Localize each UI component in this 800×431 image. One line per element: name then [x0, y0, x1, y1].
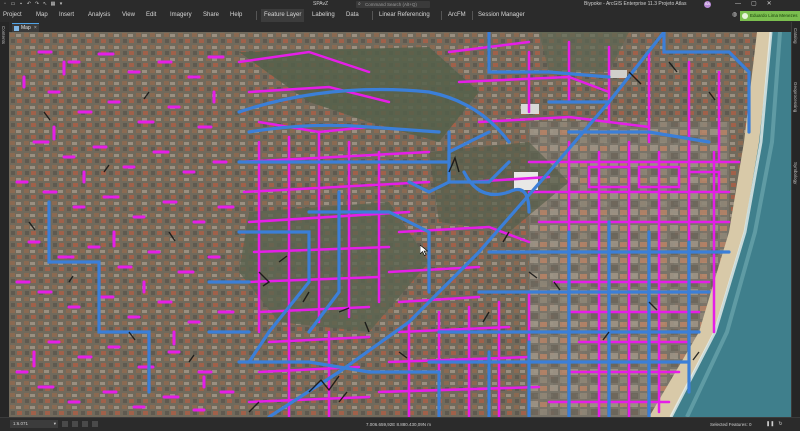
quick-access-toolbar: ▫ ▭ ▪ ↶ ↷ ↖ ▦ ▾ [2, 0, 64, 9]
right-pane-collapsed: Catalog Geoprocessing Symbology [791, 22, 800, 417]
map-icon [14, 26, 19, 31]
cursor-icon [419, 244, 429, 256]
signed-in-user-name: Eduardo Lima Menezes [750, 13, 798, 18]
new-project-icon[interactable]: ▫ [2, 1, 8, 8]
ribbon-separator [372, 11, 373, 20]
tab-feature-layer[interactable]: Feature Layer [261, 9, 305, 22]
table-icon[interactable] [72, 421, 78, 427]
dropdown-icon[interactable]: ▾ [58, 1, 64, 8]
close-button[interactable]: ✕ [767, 0, 772, 9]
tab-linear-referencing[interactable]: Linear Referencing [379, 9, 430, 22]
scale-value: 1:6.071 [13, 421, 29, 426]
grid-icon[interactable]: ▦ [50, 1, 56, 8]
document-title: SPAvZ [313, 1, 329, 7]
layout-icon[interactable] [82, 421, 88, 427]
title-bar: ▫ ▭ ▪ ↶ ↷ ↖ ▦ ▾ SPAvZ ⌕ Command Search (… [0, 0, 800, 9]
selected-features-count[interactable]: Selected Features: 0 [710, 418, 752, 431]
ribbon-tab-bar: Project Map Insert Analysis View Edit Im… [0, 9, 800, 23]
open-folder-icon[interactable]: ▭ [10, 1, 16, 8]
signed-in-user-button[interactable]: Eduardo Lima Menezes [740, 11, 800, 21]
ribbon-separator [256, 11, 257, 20]
user-avatar[interactable]: BA [704, 1, 711, 8]
minimize-button[interactable]: — [735, 0, 741, 9]
ribbon-separator [472, 11, 473, 20]
tab-project[interactable]: Project [3, 9, 22, 22]
tab-data[interactable]: Data [346, 9, 359, 22]
tab-analysis[interactable]: Analysis [88, 9, 110, 22]
symbology-pane-tab[interactable]: Symbology [793, 162, 798, 184]
geoprocessing-pane-tab[interactable]: Geoprocessing [793, 82, 798, 112]
map-canvas[interactable] [9, 32, 791, 417]
map-svg [9, 32, 791, 417]
search-placeholder: Command Search (Alt+Q) [365, 2, 417, 7]
scale-selector[interactable]: 1:6.071 ▾ [10, 420, 58, 428]
tab-session-manager[interactable]: Session Manager [478, 9, 525, 22]
pause-drawing-icon[interactable]: ❚❚ [766, 421, 774, 427]
tab-map[interactable]: Map [36, 9, 48, 22]
tab-labeling[interactable]: Labeling [312, 9, 335, 22]
grid-icon[interactable] [62, 421, 68, 427]
status-right-controls: ❚❚ ↻ [766, 421, 783, 427]
status-tools [62, 421, 98, 427]
map-tab-label: Map [21, 25, 31, 31]
maximize-button[interactable]: ▢ [751, 0, 757, 9]
chevron-down-icon: ▾ [53, 421, 56, 426]
redo-icon[interactable]: ↷ [34, 1, 40, 8]
window-controls: — ▢ ✕ [735, 0, 772, 9]
tab-share[interactable]: Share [203, 9, 219, 22]
tab-edit[interactable]: Edit [146, 9, 156, 22]
undo-icon[interactable]: ↶ [26, 1, 32, 8]
globe-icon[interactable]: ◍ [732, 11, 739, 19]
command-search-input[interactable]: ⌕ Command Search (Alt+Q) [356, 1, 430, 8]
tab-arcfm[interactable]: ArcFM [448, 9, 466, 22]
cursor-icon[interactable]: ↖ [42, 1, 48, 8]
save-icon[interactable]: ▪ [18, 1, 24, 8]
building [609, 70, 627, 78]
settings-icon[interactable] [92, 421, 98, 427]
coordinate-readout: 7.006.659,92E 8.880.430,09N m [366, 422, 432, 427]
tab-imagery[interactable]: Imagery [170, 9, 192, 22]
catalog-pane-tab[interactable]: Catalog [793, 28, 798, 44]
status-bar: 1:6.071 ▾ 7.006.659,92E 8.880.430,09N m … [0, 417, 800, 431]
user-icon [742, 13, 748, 19]
refresh-icon[interactable]: ↻ [778, 421, 782, 427]
tab-view[interactable]: View [122, 9, 135, 22]
search-icon: ⌕ [358, 1, 361, 7]
ribbon-separator [441, 11, 442, 20]
app-title: Biypoke - ArcGIS Enterprise 11.3 Projeto… [584, 1, 687, 7]
view-tab-bar: Map × [9, 22, 791, 33]
tab-insert[interactable]: Insert [59, 9, 74, 22]
tab-help[interactable]: Help [230, 9, 242, 22]
contents-pane-label: Contents [1, 26, 6, 45]
